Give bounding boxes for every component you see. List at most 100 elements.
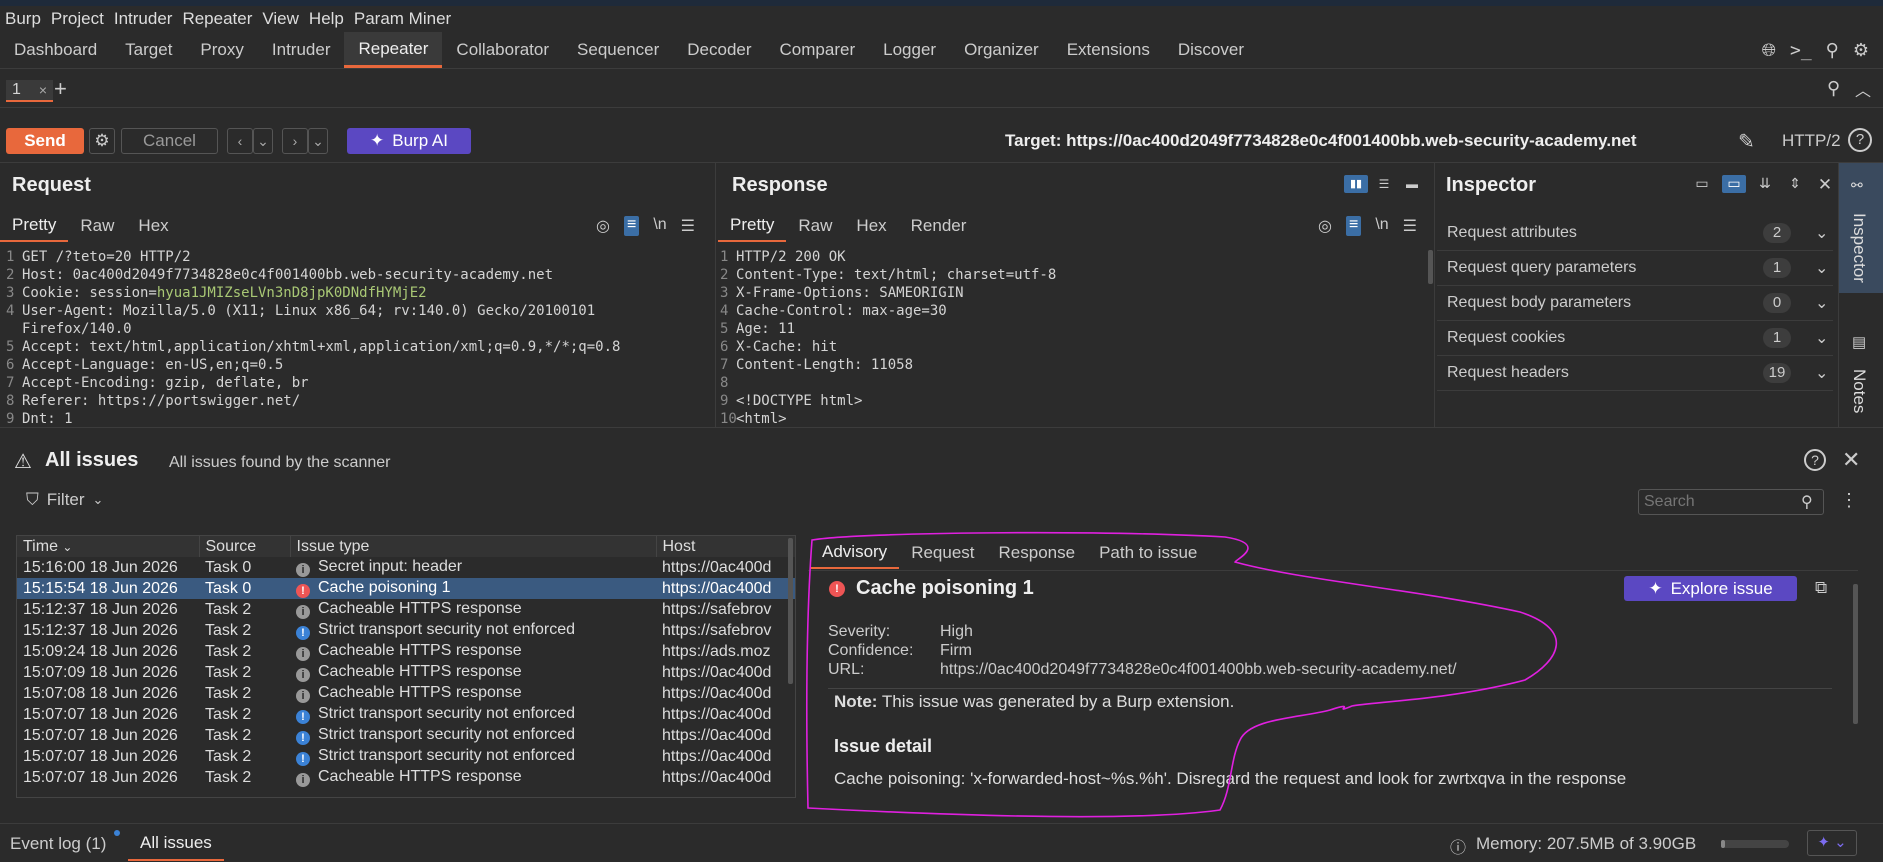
response-scrollbar[interactable] [1428, 250, 1433, 284]
inspector-section-request-attributes[interactable]: Request attributes 2 ⌄ [1437, 216, 1833, 251]
table-row[interactable]: 15:07:07 18 Jun 2026 Task 2 i Cacheable HTT… [17, 767, 795, 788]
repeater-tab-1[interactable]: 1 × [6, 80, 53, 102]
layout-right-icon[interactable]: ▭ [1722, 175, 1746, 193]
search-icon[interactable]: ⚲ [1826, 40, 1839, 61]
tab-organizer[interactable]: Organizer [950, 32, 1053, 68]
collapse-all-icon[interactable]: ⇊ [1754, 175, 1776, 195]
hide-eye-icon[interactable]: ◎ [1318, 216, 1332, 236]
table-row[interactable]: 15:07:07 18 Jun 2026 Task 2! Strict transp… [17, 725, 795, 746]
tab-pretty[interactable]: Pretty [718, 210, 787, 242]
tab-intruder[interactable]: Intruder [258, 32, 345, 68]
table-row[interactable]: 15:07:07 18 Jun 2026 Task 2! Strict transp… [17, 746, 795, 767]
close-icon[interactable]: × [39, 82, 47, 98]
col-host[interactable]: Host [656, 536, 795, 557]
terminal-icon[interactable]: >_ [1790, 40, 1812, 61]
back-button[interactable]: ‹ [227, 128, 253, 154]
tab-render[interactable]: Render [899, 210, 979, 242]
menu-project[interactable]: Project [46, 9, 109, 29]
send-button[interactable]: Send [6, 128, 84, 154]
col-issue-type[interactable]: Issue type [290, 536, 657, 557]
newline-toggle[interactable]: \n [653, 216, 666, 236]
menu-view[interactable]: View [257, 9, 304, 29]
tab-sequencer[interactable]: Sequencer [563, 32, 673, 68]
tab-decoder[interactable]: Decoder [673, 32, 765, 68]
chevron-up-icon[interactable]: ︿ [1855, 77, 1871, 101]
menu-repeater[interactable]: Repeater [177, 9, 257, 29]
split-columns-icon[interactable]: ▮▮ [1344, 175, 1368, 193]
back-history-dropdown[interactable]: ⌄ [253, 128, 273, 154]
forward-button[interactable]: › [282, 128, 308, 154]
menu-burp[interactable]: Burp [0, 9, 46, 29]
pencil-icon[interactable]: ✎ [1738, 129, 1755, 154]
tab-logger[interactable]: Logger [869, 32, 950, 68]
newline-toggle[interactable]: \n [1375, 216, 1388, 236]
request-editor[interactable]: 1 GET /?teto=20 HTTP/2 2 Host: 0ac400d2049f… [6, 248, 706, 426]
add-tab-button[interactable]: + [54, 76, 67, 102]
table-row[interactable]: 15:12:37 18 Jun 2026 Task 2! Strict transp… [17, 620, 795, 641]
tab-proxy[interactable]: Proxy [186, 32, 257, 68]
table-row[interactable]: 15:07:07 18 Jun 2026 Task 2! Strict transp… [17, 704, 795, 725]
response-editor[interactable]: 1 HTTP/2 200 OK 2 Content-Type: text/html; … [720, 248, 1420, 426]
menu-intruder[interactable]: Intruder [109, 9, 178, 29]
menu-param-miner[interactable]: Param Miner [349, 9, 456, 29]
split-rows-icon[interactable]: ☰ [1372, 175, 1396, 193]
ai-sparkle-dropdown[interactable]: ✦ ⌄ [1807, 830, 1857, 856]
col-time[interactable]: Time ⌄ [17, 536, 200, 557]
col-source[interactable]: Source [199, 536, 291, 557]
protocol-label[interactable]: HTTP/2 [1782, 131, 1841, 151]
table-row[interactable]: 15:07:09 18 Jun 2026 Task 2 i Cacheable HTT… [17, 662, 795, 683]
hide-eye-icon[interactable]: ◎ [596, 216, 610, 236]
single-pane-icon[interactable]: ▬ [1400, 175, 1424, 193]
help-icon[interactable]: ? [1804, 449, 1826, 471]
issues-table-scrollbar[interactable] [788, 538, 793, 684]
menu-icon[interactable]: ☰ [1403, 216, 1417, 236]
sidebar-tab-notes[interactable]: ▤ Notes [1839, 333, 1883, 427]
tab-raw[interactable]: Raw [786, 210, 844, 242]
close-icon[interactable]: ✕ [1842, 447, 1860, 473]
gear-icon[interactable]: ⚙ [1853, 40, 1869, 61]
table-row[interactable]: 15:16:00 18 Jun 2026 Task 0 i Secret input:… [17, 557, 795, 578]
table-row[interactable]: 15:07:08 18 Jun 2026 Task 2 i Cacheable HTT… [17, 683, 795, 704]
inspector-section-request-cookies[interactable]: Request cookies 1 ⌄ [1437, 321, 1833, 356]
tab-dashboard[interactable]: Dashboard [0, 32, 111, 68]
tab-discover[interactable]: Discover [1164, 32, 1258, 68]
globe-icon[interactable]: 🌐︎ [1762, 40, 1776, 61]
burp-ai-button[interactable]: ✦ Burp AI [347, 128, 471, 154]
inspector-section-request-query-parameters[interactable]: Request query parameters 1 ⌄ [1437, 251, 1833, 286]
menu-icon[interactable]: ☰ [681, 216, 695, 236]
table-row[interactable]: 15:09:24 18 Jun 2026 Task 2 i Cacheable HTT… [17, 641, 795, 662]
advisory-scrollbar[interactable] [1853, 584, 1858, 724]
expand-all-icon[interactable]: ⇕ [1784, 175, 1806, 195]
tab-response[interactable]: Response [987, 537, 1088, 569]
url-value[interactable]: https://0ac400d2049f7734828e0c4f001400bb… [940, 660, 1457, 679]
tab-collaborator[interactable]: Collaborator [442, 32, 563, 68]
all-issues-tab[interactable]: All issues [128, 824, 224, 861]
menu-help[interactable]: Help [304, 9, 349, 29]
tab-repeater[interactable]: Repeater [344, 32, 443, 68]
more-options-icon[interactable]: ⋮ [1840, 490, 1858, 511]
tab-raw[interactable]: Raw [68, 210, 126, 242]
tab-path-to-issue[interactable]: Path to issue [1087, 537, 1209, 569]
help-icon[interactable]: ? [1848, 128, 1872, 152]
search-icon[interactable]: ⚲ [1827, 78, 1840, 99]
event-log-tab[interactable]: Event log (1) [10, 834, 106, 854]
copy-icon[interactable]: ⧉ [1815, 578, 1827, 598]
forward-history-dropdown[interactable]: ⌄ [308, 128, 328, 154]
settings-gear-button[interactable]: ⚙ [89, 128, 115, 154]
tab-hex[interactable]: Hex [844, 210, 898, 242]
issues-search-box[interactable]: ⚲ [1638, 489, 1824, 515]
cancel-button[interactable]: Cancel [121, 128, 218, 154]
tab-comparer[interactable]: Comparer [766, 32, 870, 68]
sidebar-tab-inspector[interactable]: ⚯ Inspector [1839, 163, 1883, 293]
tab-hex[interactable]: Hex [126, 210, 180, 242]
wrap-icon[interactable]: ≡ [623, 216, 640, 236]
table-row[interactable]: 15:15:54 18 Jun 2026 Task 0! Cache poisoni… [17, 578, 795, 599]
wrap-icon[interactable]: ≡ [1345, 216, 1362, 236]
table-row[interactable]: 15:12:37 18 Jun 2026 Task 2 i Cacheable HTT… [17, 599, 795, 620]
search-input[interactable] [1644, 492, 1794, 512]
layout-left-icon[interactable]: ▭ [1690, 175, 1714, 193]
tab-extensions[interactable]: Extensions [1053, 32, 1164, 68]
inspector-section-request-headers[interactable]: Request headers 19 ⌄ [1437, 356, 1833, 391]
close-icon[interactable]: ✕ [1814, 175, 1836, 195]
inspector-section-request-body-parameters[interactable]: Request body parameters 0 ⌄ [1437, 286, 1833, 321]
